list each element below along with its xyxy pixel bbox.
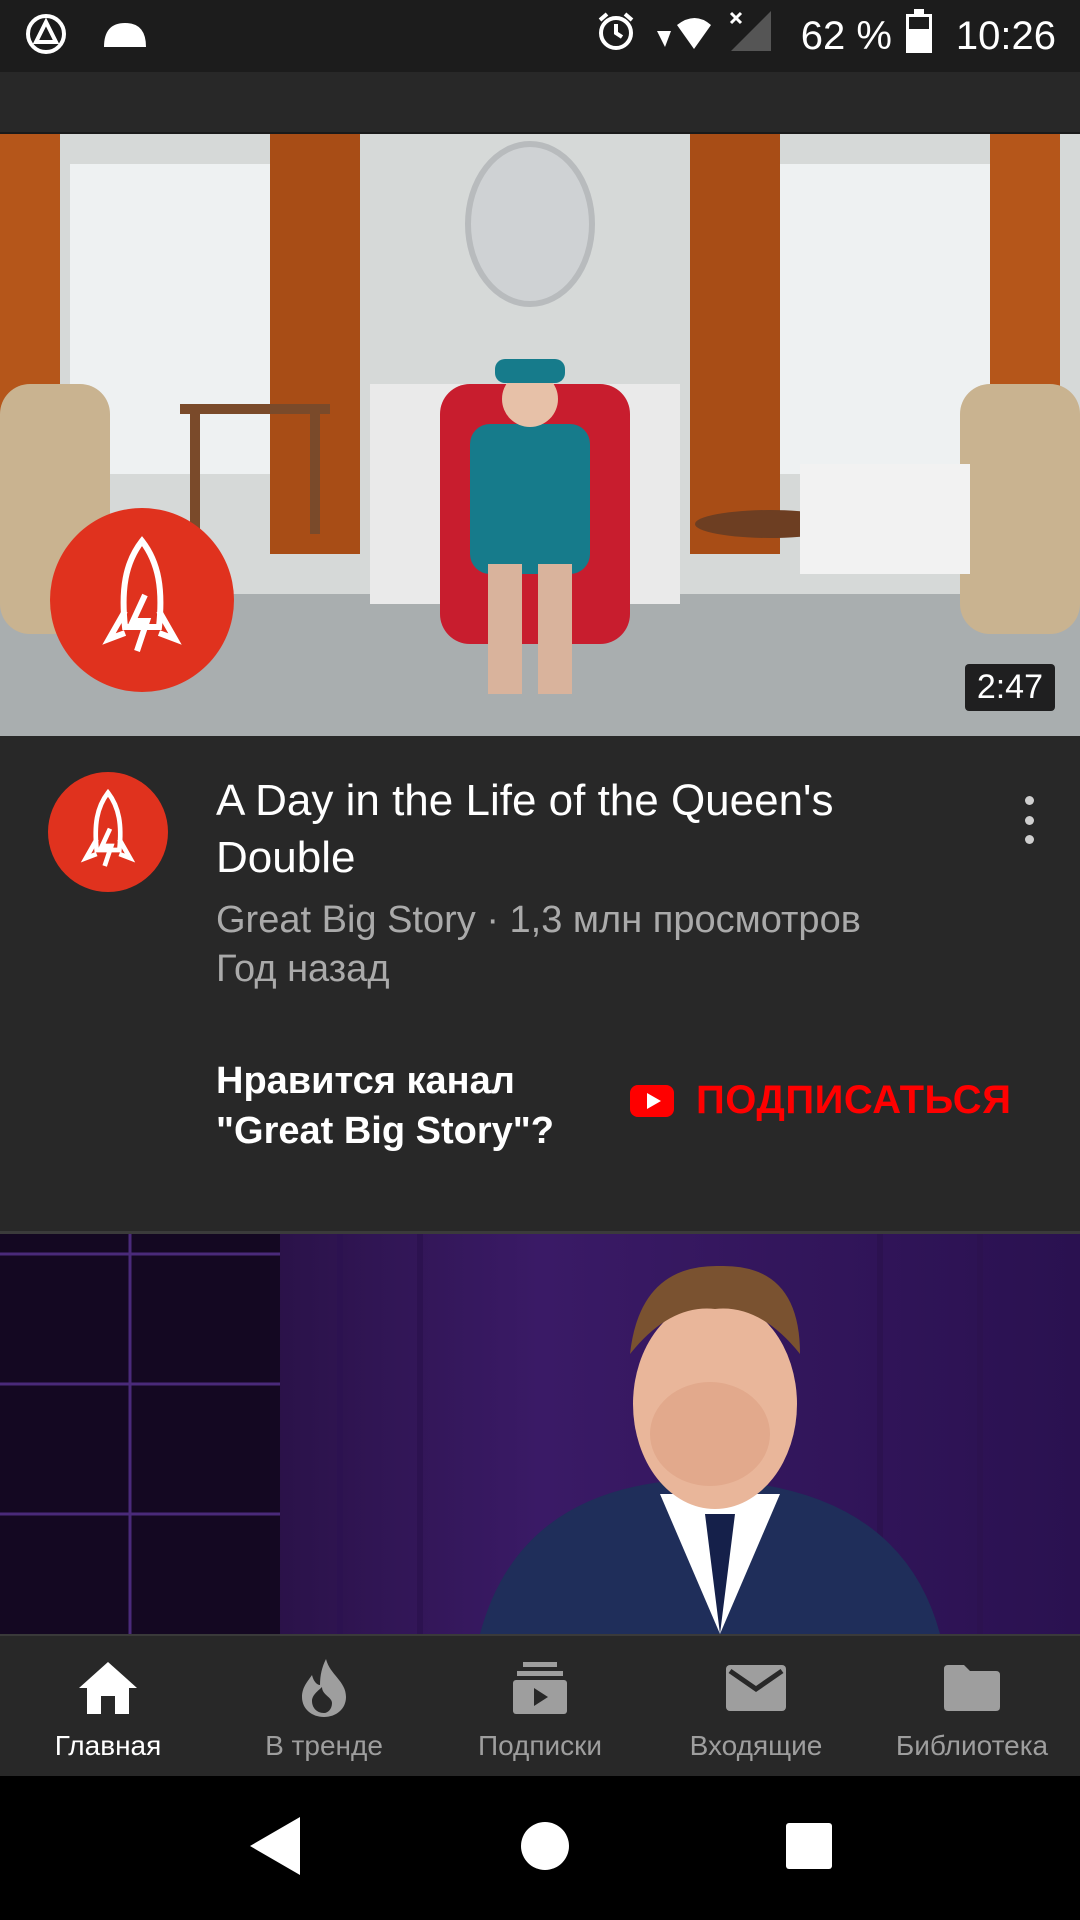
nav-label: В тренде [265, 1730, 383, 1761]
channel-promo-text: Нравится канал "Great Big Story"? [216, 1056, 616, 1156]
video-duration: 2:47 [964, 664, 1055, 711]
bottom-navigation: Главная В тренде Подписки Входящие Библи… [0, 1634, 1080, 1776]
channel-avatar[interactable] [48, 772, 168, 892]
upload-age: Год назад [216, 948, 390, 990]
video-thumbnail-2[interactable] [0, 1234, 1080, 1634]
more-options-icon[interactable] [1014, 790, 1044, 850]
video-thumbnail[interactable]: 2:47 [0, 134, 1080, 736]
battery-icon [905, 9, 932, 63]
subscribe-button[interactable]: ПОДПИСАТЬСЯ [630, 1078, 1011, 1123]
nav-label: Входящие [689, 1730, 823, 1761]
library-folder-icon [940, 1656, 1004, 1720]
nav-label: Подписки [477, 1730, 603, 1761]
rocket-icon [102, 536, 182, 652]
nav-label: Главная [54, 1730, 162, 1761]
nav-item-inbox[interactable]: Входящие [648, 1636, 864, 1776]
cloud-icon [102, 19, 148, 54]
channel-and-views: Great Big Story · 1,3 млн просмотров [216, 899, 861, 941]
video-title[interactable]: A Day in the Life of the Queen's Double [216, 772, 956, 886]
status-bar: 62 % 10:26 [0, 0, 1080, 72]
battery-percent: 62 % [800, 13, 892, 58]
subscriptions-icon [508, 1656, 572, 1720]
back-icon[interactable] [248, 1815, 304, 1882]
home-icon [76, 1656, 140, 1720]
channel-logo-overlay [50, 508, 234, 692]
inbox-mail-icon [724, 1656, 788, 1720]
home-circle-icon[interactable] [520, 1821, 570, 1876]
recents-square-icon[interactable] [786, 1822, 832, 1874]
wifi-icon [651, 11, 713, 61]
trending-flame-icon [292, 1656, 356, 1720]
video-subline: Great Big Story · 1,3 млн просмотров Год… [216, 896, 996, 994]
subscribe-label: ПОДПИСАТЬСЯ [696, 1078, 1012, 1122]
alarm-icon [595, 10, 637, 62]
promo-line-2: "Great Big Story"? [216, 1110, 554, 1152]
promo-line-1: Нравится канал [216, 1060, 515, 1102]
video-meta: A Day in the Life of the Queen's Double … [0, 736, 1080, 1234]
nav-item-subscriptions[interactable]: Подписки [432, 1636, 648, 1776]
nav-item-trending[interactable]: В тренде [216, 1636, 432, 1776]
rocket-icon [80, 788, 136, 867]
system-navigation-bar [0, 1776, 1080, 1920]
youtube-play-icon [630, 1084, 674, 1117]
app-launcher-icon [24, 12, 68, 61]
nav-item-home[interactable]: Главная [0, 1636, 216, 1776]
nav-label: Библиотека [895, 1730, 1049, 1761]
clock: 10:26 [955, 13, 1056, 58]
nav-item-library[interactable]: Библиотека [864, 1636, 1080, 1776]
top-app-bar [0, 72, 1080, 134]
signal-icon [727, 9, 773, 63]
